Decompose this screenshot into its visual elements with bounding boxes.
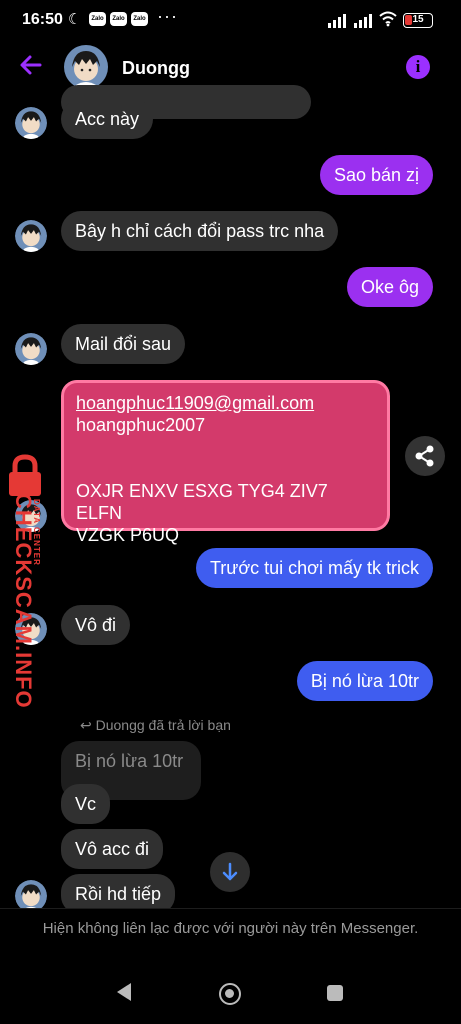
outgoing-message[interactable]: Trước tui chơi mấy tk trick bbox=[195, 548, 433, 588]
battery-icon: 15 bbox=[403, 13, 433, 28]
incoming-message[interactable]: Vc bbox=[61, 784, 111, 824]
zalo-notification-icon: Zalo bbox=[89, 12, 106, 26]
sender-avatar[interactable] bbox=[15, 220, 47, 252]
info-icon[interactable]: i bbox=[406, 55, 430, 79]
incoming-message[interactable]: Acc này bbox=[61, 99, 154, 139]
outgoing-message[interactable]: Oke ôg bbox=[346, 267, 433, 307]
system-nav-bar bbox=[0, 968, 461, 1024]
sender-avatar[interactable] bbox=[15, 333, 47, 365]
nav-back-icon[interactable] bbox=[117, 983, 131, 1001]
nav-home-icon[interactable] bbox=[219, 983, 241, 1005]
zalo-notification-icon: Zalo bbox=[110, 12, 127, 26]
reply-icon: ↩ bbox=[80, 717, 96, 733]
nav-recent-icon[interactable] bbox=[327, 985, 343, 1001]
arrow-left-icon[interactable] bbox=[18, 52, 44, 83]
incoming-message[interactable]: Bây h chỉ cách đổi pass trc nha bbox=[61, 211, 339, 251]
contact-avatar[interactable] bbox=[64, 45, 108, 89]
outgoing-message[interactable]: Sao bán zị bbox=[319, 155, 433, 195]
code-text-line-1: OXJR ENXV ESXG TYG4 ZIV7 ELFN bbox=[76, 481, 328, 523]
code-text-line-2: VZGK P6UQ bbox=[76, 525, 180, 545]
wifi-icon bbox=[379, 11, 397, 32]
moon-icon: ☾ bbox=[68, 11, 82, 28]
watermark: CHECKSCAM.INFO DATA CENTER bbox=[0, 453, 52, 709]
incoming-message[interactable]: Mail đổi sau bbox=[61, 324, 186, 364]
scroll-down-icon[interactable] bbox=[210, 852, 250, 892]
outgoing-message[interactable]: Bị nó lừa 10tr bbox=[296, 661, 433, 701]
status-time: 16:50 bbox=[22, 11, 63, 28]
password-text: hoangphuc2007 bbox=[76, 415, 206, 435]
status-bar: 16:50 ☾ Zalo Zalo Zalo ··· 15 bbox=[0, 0, 461, 40]
signal-icon bbox=[328, 14, 348, 28]
share-icon[interactable] bbox=[405, 436, 445, 476]
signal-icon bbox=[354, 14, 374, 28]
more-notifications-icon: ··· bbox=[157, 6, 178, 26]
battery-level: 15 bbox=[412, 14, 424, 25]
lock-icon bbox=[9, 454, 41, 496]
watermark-subtext: DATA CENTER bbox=[32, 499, 41, 566]
zalo-notification-icon: Zalo bbox=[131, 12, 148, 26]
email-link[interactable]: hoangphuc11909@gmail.com bbox=[76, 393, 314, 413]
credentials-message-card[interactable]: hoangphuc11909@gmail.com hoangphuc2007 O… bbox=[61, 380, 390, 545]
reply-hint-text: Duongg đã trả lời bạn bbox=[95, 717, 231, 733]
contact-name[interactable]: Duongg bbox=[122, 58, 190, 79]
unavailable-notice: Hiện không liên lạc được với người này t… bbox=[0, 908, 461, 968]
reply-hint: ↩ Duongg đã trả lời bạn bbox=[80, 717, 231, 734]
incoming-message[interactable]: Vô đi bbox=[61, 605, 131, 645]
sender-avatar[interactable] bbox=[15, 107, 47, 139]
incoming-message[interactable]: Vô acc đi bbox=[61, 829, 164, 869]
